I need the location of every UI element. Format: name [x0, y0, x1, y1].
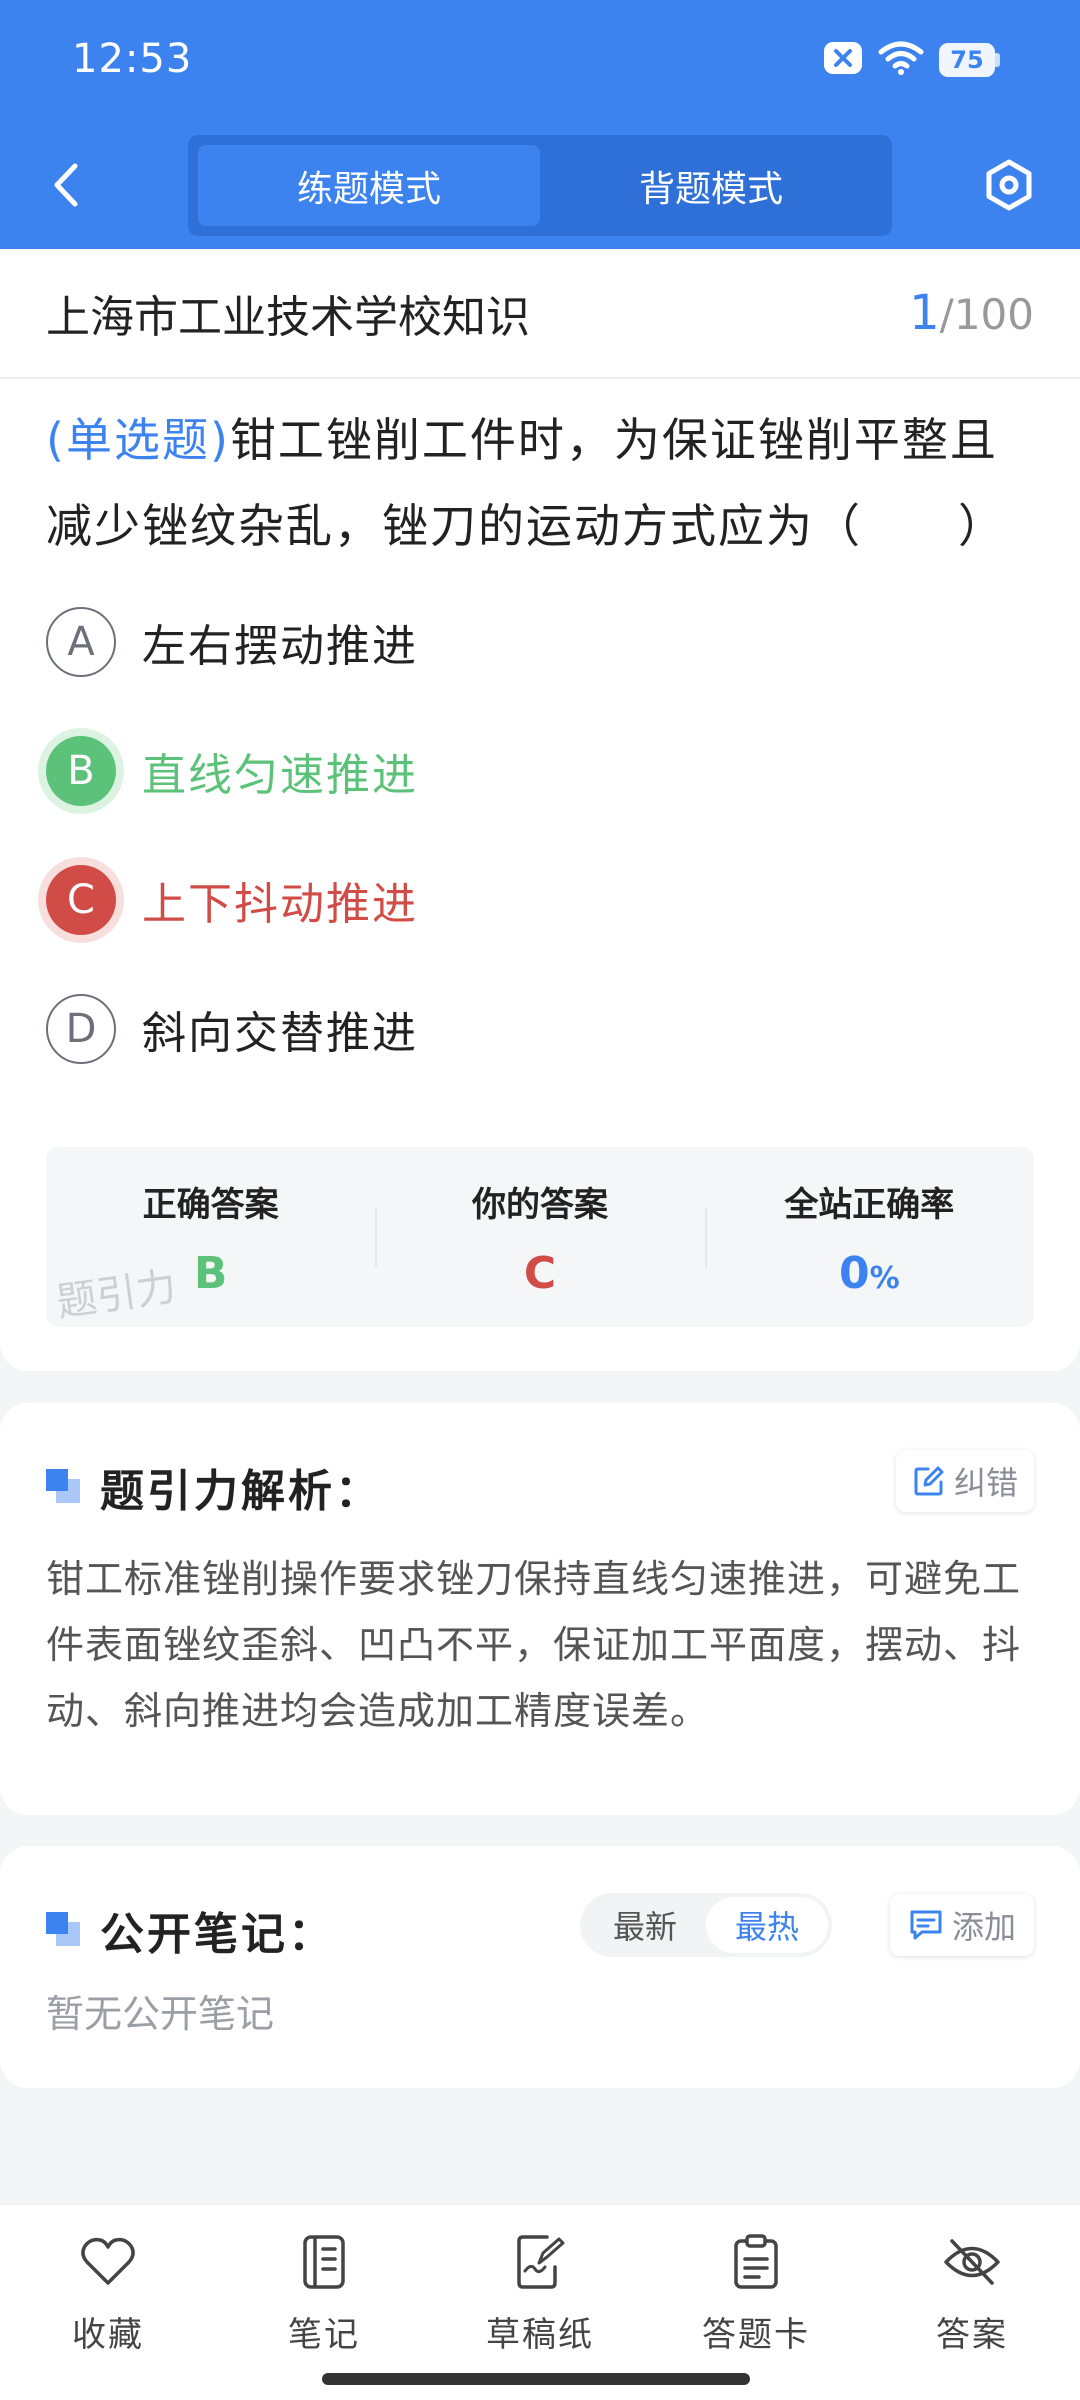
correct-answer-label: 正确答案: [142, 1185, 279, 1225]
nav-answer-sheet[interactable]: 答题卡: [676, 2231, 836, 2356]
question-type-label: (单选题): [46, 413, 230, 467]
sort-hottest[interactable]: 最热: [706, 1897, 828, 1953]
draft-paper-icon: [509, 2231, 571, 2293]
accuracy-rate-number: 0: [838, 1248, 870, 1299]
analysis-card: 题引力解析： 纠错 钳工标准锉削操作要求锉刀保持直线匀速推进，可避免工件表面锉纹…: [0, 1403, 1080, 1815]
top-header: 12:53 75 练题模式 背题模式: [0, 0, 1080, 249]
option-d[interactable]: D 斜向交替推进: [46, 964, 1034, 1093]
option-letter: A: [46, 606, 116, 677]
accuracy-rate-col: 全站正确率 0%: [704, 1147, 1034, 1327]
subject-row: 上海市工业技术学校知识 1/100: [0, 249, 1080, 379]
option-letter: C: [46, 864, 116, 935]
add-note-button[interactable]: 添加: [890, 1894, 1034, 1956]
options-list: A 左右摆动推进 B 直线匀速推进 C 上下抖动推进 D 斜向交替推进: [0, 569, 1080, 1093]
option-letter: D: [46, 993, 116, 1064]
mode-switch: 练题模式 背题模式: [188, 135, 892, 236]
option-text: 左右摆动推进: [142, 620, 418, 672]
tab-memorize-mode[interactable]: 背题模式: [540, 145, 882, 226]
accuracy-rate-value: 0%: [839, 1248, 900, 1299]
tab-practice-mode[interactable]: 练题模式: [198, 145, 540, 226]
question-card: 上海市工业技术学校知识 1/100 (单选题)钳工锉削工件时，为保证锉削平整且减…: [0, 249, 1080, 1371]
correct-answer-value: B: [193, 1248, 228, 1299]
answer-summary: 正确答案 B 题引力 你的答案 C 全站正确率 0%: [46, 1147, 1034, 1327]
analysis-text: 钳工标准锉削操作要求锉刀保持直线匀速推进，可避免工件表面锉纹歪斜、凹凸不平，保证…: [46, 1557, 1022, 1733]
nav-scratch-paper[interactable]: 草稿纸: [460, 2231, 620, 2356]
notes-card: 公开笔记： 最新 最热 添加 暂无公开笔记: [0, 1846, 1080, 2088]
sort-newest[interactable]: 最新: [584, 1897, 706, 1953]
question-progress: 1/100: [909, 285, 1034, 341]
settings-hexagon-icon: [986, 159, 1032, 211]
option-text: 直线匀速推进: [142, 749, 418, 801]
nav-scratch-paper-label: 草稿纸: [486, 2315, 594, 2355]
heart-icon: [77, 2231, 139, 2293]
nav-show-answer[interactable]: 答案: [892, 2231, 1052, 2356]
wifi-icon: [877, 40, 925, 80]
option-text: 斜向交替推进: [142, 1007, 418, 1059]
your-answer-label: 你的答案: [471, 1185, 608, 1225]
nav-answer-sheet-label: 答题卡: [702, 2315, 810, 2355]
question-stem: (单选题)钳工锉削工件时，为保证锉削平整且减少锉纹杂乱，锉刀的运动方式应为（ ）: [0, 379, 1080, 569]
notes-header: 公开笔记：: [46, 1898, 335, 1962]
notebook-icon: [293, 2231, 355, 2293]
progress-current: 1: [909, 285, 940, 341]
back-button[interactable]: [36, 150, 96, 220]
analysis-header: 题引力解析：: [46, 1455, 382, 1519]
add-note-label: 添加: [951, 1908, 1016, 1946]
notes-sort-toggle: 最新 最热: [580, 1893, 832, 1957]
battery-level: 75: [939, 43, 995, 77]
accuracy-rate-unit: %: [869, 1261, 900, 1296]
edit-icon: [914, 1466, 944, 1496]
chevron-left-icon: [54, 163, 78, 207]
watermark: 题引力: [53, 1263, 180, 1327]
your-answer-value: C: [523, 1248, 557, 1299]
section-mark-icon: [46, 1912, 82, 1948]
eye-hidden-icon: [941, 2231, 1003, 2293]
nav-notes[interactable]: 笔记: [244, 2231, 404, 2356]
settings-button[interactable]: [974, 150, 1044, 220]
accuracy-rate-label: 全站正确率: [784, 1185, 955, 1225]
correct-answer-col: 正确答案 B 题引力: [46, 1147, 375, 1327]
subject-title: 上海市工业技术学校知识: [46, 292, 530, 343]
analysis-title: 题引力解析：: [100, 1466, 382, 1517]
bottom-nav-bar: 收藏 笔记 草稿纸 答题卡 答案: [0, 2204, 1080, 2400]
nav-favorite[interactable]: 收藏: [28, 2231, 188, 2356]
section-mark-icon: [46, 1469, 82, 1505]
empty-notes-text: 暂无公开笔记: [46, 1992, 275, 2036]
notes-title: 公开笔记：: [100, 1909, 335, 1960]
progress-total: /100: [939, 290, 1034, 339]
comment-icon: [910, 1910, 942, 1940]
option-text: 上下抖动推进: [142, 878, 418, 930]
battery-icon: 75: [939, 43, 1000, 77]
nav-favorite-label: 收藏: [72, 2315, 144, 2355]
your-answer-col: 你的答案 C: [375, 1147, 704, 1327]
status-icons: 75: [823, 40, 1000, 80]
report-error-label: 纠错: [954, 1464, 1019, 1502]
notification-muted-icon: [823, 41, 863, 79]
nav-notes-label: 笔记: [288, 2315, 360, 2355]
option-c[interactable]: C 上下抖动推进: [46, 835, 1034, 964]
nav-show-answer-label: 答案: [936, 2315, 1008, 2355]
status-time: 12:53: [72, 36, 193, 82]
option-b[interactable]: B 直线匀速推进: [46, 706, 1034, 835]
option-a[interactable]: A 左右摆动推进: [46, 577, 1034, 706]
report-error-button[interactable]: 纠错: [896, 1450, 1034, 1512]
option-letter: B: [46, 735, 116, 806]
home-indicator[interactable]: [322, 2373, 750, 2385]
clipboard-icon: [725, 2231, 787, 2293]
